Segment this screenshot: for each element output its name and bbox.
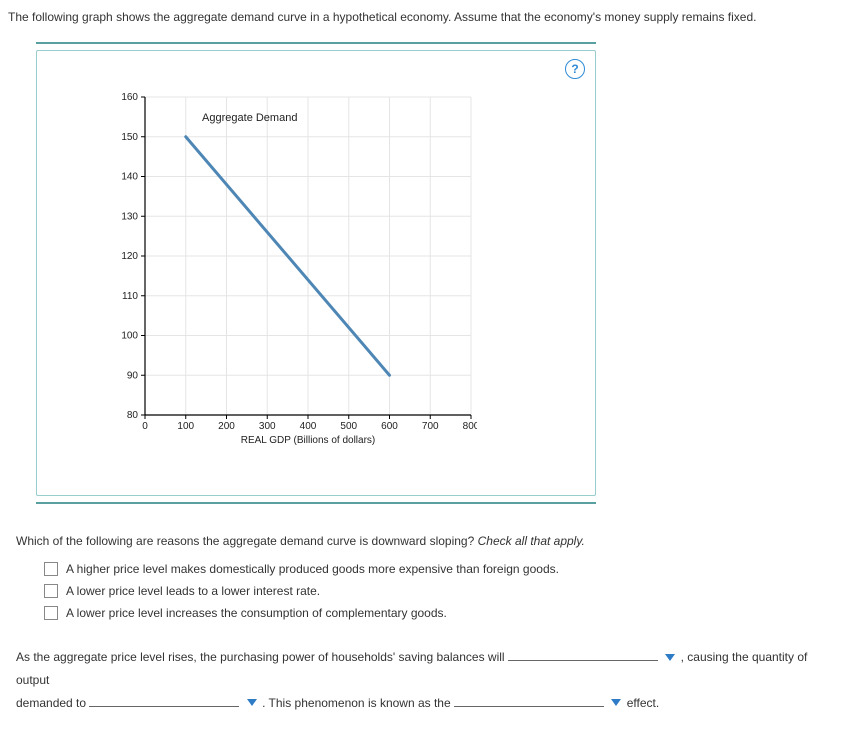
check-label: A lower price level increases the consum… xyxy=(66,606,447,620)
checkbox-icon[interactable] xyxy=(44,562,58,576)
svg-text:REAL GDP (Billions of dollars): REAL GDP (Billions of dollars) xyxy=(241,435,376,446)
check-label: A lower price level leads to a lower int… xyxy=(66,584,320,598)
check-label: A higher price level makes domestically … xyxy=(66,562,559,576)
checkbox-icon[interactable] xyxy=(44,606,58,620)
svg-text:0: 0 xyxy=(142,421,148,432)
check-option[interactable]: A lower price level leads to a lower int… xyxy=(44,584,834,598)
chart: 0 100 200 300 400 500 600 700 800 80 90 100 110 120 13… xyxy=(117,91,477,461)
fillin-t4: . This phenomenon is known as the xyxy=(262,696,451,710)
blank-2[interactable] xyxy=(89,692,239,707)
checkbox-icon[interactable] xyxy=(44,584,58,598)
panel-top-rule xyxy=(36,42,596,44)
svg-text:160: 160 xyxy=(121,92,138,103)
fillin-t1: As the aggregate price level rises, the … xyxy=(16,650,505,664)
svg-text:120: 120 xyxy=(121,251,138,262)
svg-text:800: 800 xyxy=(463,421,477,432)
dropdown-icon[interactable] xyxy=(611,699,621,707)
svg-text:700: 700 xyxy=(422,421,439,432)
svg-text:100: 100 xyxy=(177,421,194,432)
question-block: Which of the following are reasons the a… xyxy=(16,534,834,620)
svg-text:140: 140 xyxy=(121,172,138,183)
svg-text:130: 130 xyxy=(121,211,138,222)
dropdown-icon[interactable] xyxy=(247,699,257,707)
fillin-t5: effect. xyxy=(627,696,659,710)
check-option[interactable]: A lower price level increases the consum… xyxy=(44,606,834,620)
svg-text:Aggregate Demand: Aggregate Demand xyxy=(202,112,297,124)
fill-in-block: As the aggregate price level rises, the … xyxy=(16,646,834,714)
svg-text:200: 200 xyxy=(218,421,235,432)
svg-text:400: 400 xyxy=(300,421,317,432)
chart-panel: ? 0 100 200 300 400 500 600 700 800 80 90 100 110 120… xyxy=(36,50,596,496)
check-option[interactable]: A higher price level makes domestically … xyxy=(44,562,834,576)
help-icon[interactable]: ? xyxy=(565,59,585,79)
dropdown-icon[interactable] xyxy=(665,654,675,662)
svg-text:80: 80 xyxy=(127,410,139,421)
intro-text: The following graph shows the aggregate … xyxy=(8,10,842,42)
panel-bottom-rule xyxy=(36,502,596,504)
blank-1[interactable] xyxy=(508,646,658,661)
svg-text:110: 110 xyxy=(122,291,138,302)
question-hint: Check all that apply. xyxy=(478,534,585,548)
svg-text:600: 600 xyxy=(381,421,398,432)
svg-text:300: 300 xyxy=(259,421,276,432)
svg-text:100: 100 xyxy=(121,331,138,342)
fillin-t3: demanded to xyxy=(16,696,86,710)
blank-3[interactable] xyxy=(454,692,604,707)
svg-text:500: 500 xyxy=(340,421,357,432)
checklist: A higher price level makes domestically … xyxy=(44,562,834,620)
question-prompt: Which of the following are reasons the a… xyxy=(16,534,474,548)
svg-text:90: 90 xyxy=(127,370,139,381)
svg-text:150: 150 xyxy=(121,132,138,143)
chart-svg: 0 100 200 300 400 500 600 700 800 80 90 100 110 120 13… xyxy=(117,91,477,461)
